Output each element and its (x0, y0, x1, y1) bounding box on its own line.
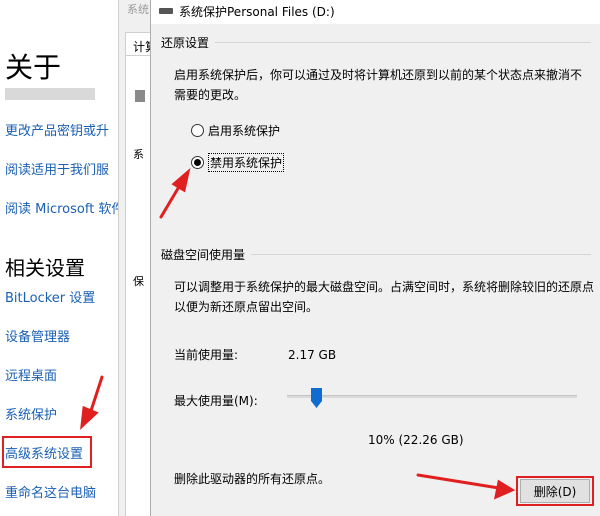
radio-enable-protection[interactable]: 启用系统保护 (191, 121, 280, 139)
link-device-manager[interactable]: 设备管理器 (5, 326, 70, 345)
group-divider (251, 254, 591, 255)
dialog-title: 系统保护Personal Files (D:) (179, 5, 335, 19)
radio-button[interactable] (191, 123, 204, 137)
disk-description: 可以调整用于系统保护的最大磁盘空间。占满空间时，系统将删除较旧的还原点 (174, 280, 595, 294)
computer-icon (135, 90, 145, 102)
radio-button-selected[interactable] (191, 155, 204, 169)
radio-label: 禁用系统保护 (208, 152, 285, 172)
annotation-highlight-box (516, 476, 594, 506)
max-usage-label: 最大使用量(M): (174, 394, 258, 408)
link-system-protection[interactable]: 系统保护 (5, 404, 57, 423)
link-rename-pc[interactable]: 重命名这台电脑 (5, 482, 96, 501)
link-read-service-agreement[interactable]: 阅读适用于我们服 (5, 159, 109, 178)
system-properties-window: 系统 计算 系 保 (118, 0, 150, 516)
window-title: 系统 (127, 3, 149, 16)
disk-usage-heading: 磁盘空间使用量 (161, 246, 252, 263)
disk-description: 以便为新还原点留出空间。 (174, 300, 319, 314)
system-protection-dialog: 系统保护Personal Files (D:) 还原设置 启用系统保护后，你可以… (150, 0, 600, 516)
restore-settings-heading: 还原设置 (161, 34, 216, 51)
link-read-microsoft-license[interactable]: 阅读 Microsoft 软件 (5, 198, 118, 217)
copy-button-partial[interactable] (5, 88, 95, 100)
max-usage-slider-track[interactable] (287, 395, 577, 398)
restore-description: 启用系统保护后，你可以通过及时将计算机还原到以前的某个状态点来撤消不 (174, 68, 583, 82)
restore-description: 需要的更改。 (174, 88, 247, 102)
tab-computer-name[interactable]: 计算 (125, 32, 150, 56)
settings-about-panel: 关于 更改产品密钥或升 阅读适用于我们服 阅读 Microsoft 软件 相关设… (0, 0, 118, 516)
link-remote-desktop[interactable]: 远程桌面 (5, 365, 57, 384)
drive-icon (159, 8, 173, 14)
max-usage-slider-thumb[interactable] (311, 388, 322, 408)
group-divider (211, 42, 591, 43)
link-bitlocker-settings[interactable]: BitLocker 设置 (5, 287, 95, 306)
related-settings-heading: 相关设置 (5, 256, 85, 280)
current-usage-label: 当前使用量: (174, 348, 239, 362)
radio-label: 启用系统保护 (208, 123, 281, 138)
link-change-product-key[interactable]: 更改产品密钥或升 (5, 120, 109, 139)
radio-disable-protection[interactable]: 禁用系统保护 (191, 152, 285, 172)
annotation-highlight-box (2, 436, 92, 468)
max-usage-value: 10% (22.26 GB) (368, 433, 464, 447)
dialog-titlebar[interactable]: 系统保护Personal Files (D:) (151, 0, 600, 24)
current-usage-value: 2.17 GB (288, 348, 337, 362)
about-heading: 关于 (5, 51, 62, 84)
text-fragment: 保 (133, 275, 144, 288)
delete-description: 删除此驱动器的所有还原点。 (174, 472, 331, 486)
text-fragment: 系 (133, 148, 144, 161)
